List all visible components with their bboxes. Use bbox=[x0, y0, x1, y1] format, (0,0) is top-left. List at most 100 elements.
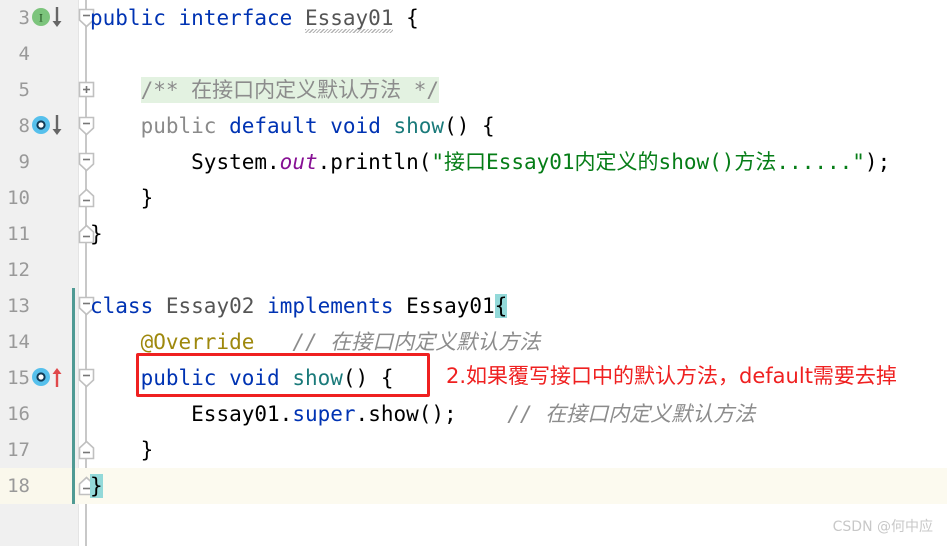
code-text[interactable]: } bbox=[90, 436, 154, 464]
line-number: 11 bbox=[7, 223, 30, 245]
code-token: { bbox=[494, 294, 508, 318]
code-token: // 在接口内定义默认方法 bbox=[292, 330, 541, 354]
line-number: 15 bbox=[7, 367, 30, 389]
code-editor[interactable]: 3 Ipublic interface Essay01 {4 5 /** 在接口内定… bbox=[0, 0, 947, 546]
code-text[interactable]: public default void show() { bbox=[90, 112, 495, 140]
code-line[interactable]: 13 class Essay02 implements Essay01{ bbox=[0, 288, 947, 324]
code-text[interactable]: /** 在接口内定义默认方法 */ bbox=[90, 76, 440, 104]
line-number: 13 bbox=[7, 295, 30, 317]
code-text[interactable]: class Essay02 implements Essay01{ bbox=[90, 292, 508, 320]
code-token: Essay01 bbox=[304, 6, 394, 30]
code-token: void bbox=[229, 366, 280, 390]
interface-implemented-down-icon[interactable]: I bbox=[30, 5, 76, 31]
code-line[interactable]: 17 } bbox=[0, 432, 947, 468]
code-text[interactable]: } bbox=[90, 220, 103, 248]
code-text[interactable]: Essay01.super.show(); // 在接口内定义默认方法 bbox=[90, 400, 755, 428]
red-annotation-note: 2.如果覆写接口中的默认方法，default需要去掉 bbox=[446, 364, 897, 388]
code-text[interactable]: public interface Essay01 { bbox=[90, 4, 419, 32]
line-number: 16 bbox=[7, 403, 30, 425]
line-number: 5 bbox=[18, 79, 30, 101]
svg-text:I: I bbox=[39, 14, 43, 25]
code-text[interactable]: } bbox=[90, 184, 154, 212]
code-line[interactable]: 16 Essay01.super.show(); // 在接口内定义默认方法 bbox=[0, 396, 947, 432]
line-number: 14 bbox=[7, 331, 30, 353]
code-token: "接口Essay01内定义的show()方法......" bbox=[431, 150, 865, 174]
code-token: /** 在接口内定义默认方法 */ bbox=[140, 77, 440, 103]
code-token: interface bbox=[178, 6, 293, 30]
code-token: . bbox=[267, 150, 280, 174]
code-token: implements bbox=[267, 294, 394, 318]
code-token: // 在接口内定义默认方法 bbox=[507, 402, 756, 426]
code-line[interactable]: 18} bbox=[0, 468, 947, 504]
code-token: .println( bbox=[317, 150, 432, 174]
code-text[interactable]: @Override // 在接口内定义默认方法 bbox=[90, 328, 541, 356]
method-overriding-up-icon[interactable] bbox=[30, 365, 76, 391]
code-token: Essay01 bbox=[191, 402, 280, 426]
code-line[interactable]: 5 /** 在接口内定义默认方法 */ bbox=[0, 72, 947, 108]
code-text[interactable]: System.out.println("接口Essay01内定义的show()方… bbox=[90, 148, 890, 176]
code-line[interactable]: 4 bbox=[0, 36, 947, 72]
code-token: show bbox=[292, 366, 343, 390]
code-token: ); bbox=[864, 150, 891, 174]
code-token: } bbox=[90, 438, 154, 462]
code-token: public bbox=[140, 366, 217, 390]
code-token: show bbox=[393, 114, 445, 138]
code-token: class bbox=[90, 294, 154, 318]
code-token: .show(); bbox=[355, 402, 457, 426]
code-token: @Override bbox=[140, 330, 255, 354]
code-line[interactable]: 8 public default void show() { bbox=[0, 108, 947, 144]
current-line-highlight bbox=[78, 468, 947, 504]
code-token: Essay01 bbox=[406, 294, 495, 318]
code-token: } bbox=[90, 474, 103, 498]
code-text[interactable]: public void show() { bbox=[90, 364, 394, 392]
line-number: 8 bbox=[18, 115, 30, 137]
code-line[interactable]: 11} bbox=[0, 216, 947, 252]
csdn-watermark: CSDN @何中应 bbox=[832, 519, 933, 535]
line-number: 12 bbox=[7, 259, 30, 281]
code-token: default bbox=[229, 114, 318, 138]
code-line[interactable]: 9 System.out.println("接口Essay01内定义的show(… bbox=[0, 144, 947, 180]
code-token: super bbox=[292, 402, 356, 426]
line-number: 9 bbox=[18, 151, 30, 173]
line-number: 3 bbox=[18, 7, 30, 29]
code-line[interactable]: 10 } bbox=[0, 180, 947, 216]
code-line[interactable]: 14 @Override // 在接口内定义默认方法 bbox=[0, 324, 947, 360]
method-overridden-down-icon[interactable] bbox=[30, 113, 76, 139]
code-token: public bbox=[140, 114, 217, 138]
line-number: 4 bbox=[18, 43, 30, 65]
gutter-bottom-filler bbox=[0, 504, 78, 546]
code-line[interactable]: 12 bbox=[0, 252, 947, 288]
code-line[interactable]: 3 Ipublic interface Essay01 { bbox=[0, 0, 947, 36]
code-token: public bbox=[90, 6, 166, 30]
code-token: () { bbox=[444, 114, 495, 138]
code-token: void bbox=[330, 114, 381, 138]
code-token: () { bbox=[342, 366, 394, 390]
line-number: 18 bbox=[7, 475, 30, 497]
code-token: Essay02 bbox=[165, 294, 255, 318]
code-token: out bbox=[279, 150, 318, 174]
code-text[interactable]: } bbox=[90, 472, 103, 500]
line-number: 10 bbox=[7, 187, 30, 209]
vcs-change-marker[interactable] bbox=[72, 288, 75, 504]
code-token: System bbox=[191, 150, 268, 174]
line-number: 17 bbox=[7, 439, 30, 461]
code-token: } bbox=[90, 186, 154, 210]
